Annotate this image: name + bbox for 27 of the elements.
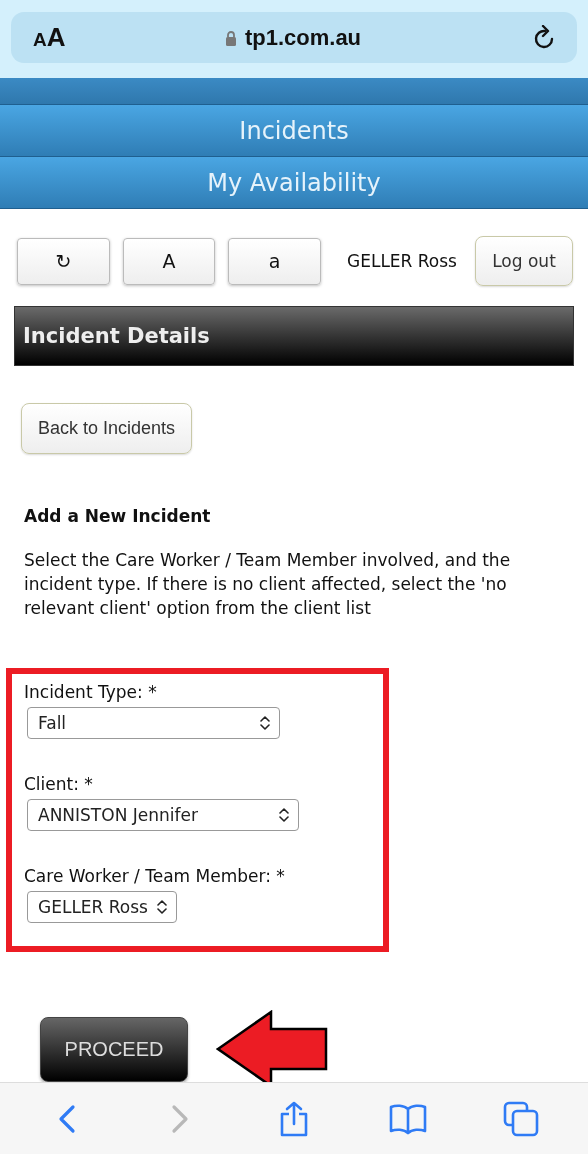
section-header: Incident Details (14, 306, 574, 366)
logout-button[interactable]: Log out (475, 236, 573, 286)
field-label: Client: * (24, 774, 94, 794)
tool-button[interactable]: ↻ (17, 237, 110, 285)
url-text: tp1.com.au (244, 24, 362, 51)
back-icon[interactable] (57, 1103, 76, 1134)
book-icon[interactable] (388, 1102, 427, 1135)
share-icon[interactable] (278, 1100, 310, 1137)
chevron-icon (156, 900, 168, 914)
text-size-button[interactable]: AA (33, 22, 113, 53)
select-field[interactable]: Fall (27, 707, 280, 739)
user-name: GELLER Ross (347, 251, 458, 271)
proceed-button[interactable]: PROCEED (40, 1016, 188, 1082)
address-bar[interactable]: AA tp1.com.au (11, 12, 577, 63)
form-title: Add a New Incident (24, 506, 212, 526)
chevron-icon (259, 716, 271, 730)
select-field[interactable]: ANNISTON Jennifer (27, 799, 299, 831)
instructions: Select the Care Worker / Team Member involved, and the incident type. If there is no client affected, select the 'no relevant client' option from the client list (24, 549, 512, 620)
field-label: Incident Type: * (24, 682, 158, 702)
back-button[interactable]: Back to Incidents (21, 403, 193, 454)
select-field[interactable]: GELLER Ross (27, 891, 177, 923)
tool-button[interactable]: a (228, 237, 321, 285)
chevron-icon (278, 808, 290, 822)
tabs-icon[interactable] (503, 1100, 540, 1137)
tool-button[interactable]: A (123, 237, 215, 285)
field-label: Care Worker / Team Member: * (24, 866, 286, 886)
lock-icon (224, 29, 237, 46)
